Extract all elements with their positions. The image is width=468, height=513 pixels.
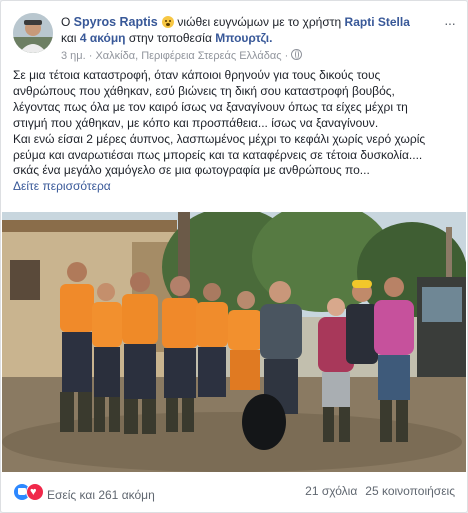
see-more-link[interactable]: Δείτε περισσότερα bbox=[13, 179, 111, 193]
body-line: ανθρώπους που χάθηκαν, εσύ βιώνεις τη δι… bbox=[13, 83, 395, 98]
others-link[interactable]: 4 ακόμη bbox=[80, 31, 126, 45]
shares-count[interactable]: 25 κοινοποιήσεις bbox=[365, 484, 455, 498]
globe-icon[interactable] bbox=[291, 49, 303, 60]
meta-separator-2: · bbox=[281, 50, 292, 62]
love-icon bbox=[26, 483, 44, 501]
post-time[interactable]: 3 ημ. bbox=[61, 50, 86, 62]
location-link[interactable]: Μπουρτζι. bbox=[215, 31, 272, 45]
meta-separator-1: · bbox=[85, 50, 96, 62]
feeling-text: νιώθει ευγνώμων με το χρήστη bbox=[177, 15, 342, 29]
post-meta: 3 ημ. · Χαλκίδα, Περιφέρεια Στερεάς Ελλά… bbox=[61, 49, 437, 63]
reactions-count[interactable]: Εσείς και 261 ακόμη bbox=[47, 488, 155, 502]
body-line: Σε μια τέτοια καταστροφή, όταν κάποιοι θ… bbox=[13, 68, 381, 82]
flag-prefix: Ο bbox=[61, 15, 74, 29]
body-line: σκάς ένα μεγάλο χαμόγελο σε μια φωτογραφ… bbox=[13, 163, 370, 178]
body-line: ρεύμα και αναρωτιέσαι πως μπορείς και τα… bbox=[13, 147, 423, 162]
post-header-text: Ο Spyros Raptis νιώθει ευγνώμων με το χρ… bbox=[61, 14, 437, 63]
post-header: Ο Spyros Raptis νιώθει ευγνώμων με το χρ… bbox=[13, 13, 456, 62]
location-prefix: στην τοποθεσία bbox=[128, 31, 212, 45]
engagement-counts: 21 σχόλια 25 κοινοποιήσεις bbox=[297, 484, 455, 498]
and-word: και bbox=[61, 31, 77, 45]
author-name[interactable]: Spyros Raptis bbox=[74, 15, 158, 29]
body-line: στιγμή που χάθηκαν, με κόπο και προσπάθε… bbox=[13, 115, 379, 130]
post-body: Σε μια τέτοια καταστροφή, όταν κάποιοι θ… bbox=[13, 68, 459, 195]
author-avatar[interactable] bbox=[13, 13, 53, 53]
post-place[interactable]: Χαλκίδα, Περιφέρεια Στερεάς Ελλάδας bbox=[95, 50, 281, 62]
body-line: Και ενώ είσαι 2 μέρες άυπνος, λασπωμένος… bbox=[13, 131, 426, 146]
grinning-face-emoji-icon bbox=[162, 16, 175, 28]
body-line: λέγοντας πως όλα με τον καιρό ίσως να ξα… bbox=[13, 99, 408, 114]
post-footer: Εσείς και 261 ακόμη 21 σχόλια 25 κοινοποι… bbox=[13, 479, 455, 505]
tagged-user-link[interactable]: Rapti Stella bbox=[345, 15, 410, 29]
facebook-post: Ο Spyros Raptis νιώθει ευγνώμων με το χρ… bbox=[0, 0, 468, 513]
post-photo[interactable] bbox=[2, 212, 466, 472]
comments-count[interactable]: 21 σχόλια bbox=[305, 484, 357, 498]
more-options-icon[interactable]: ··· bbox=[444, 15, 456, 31]
